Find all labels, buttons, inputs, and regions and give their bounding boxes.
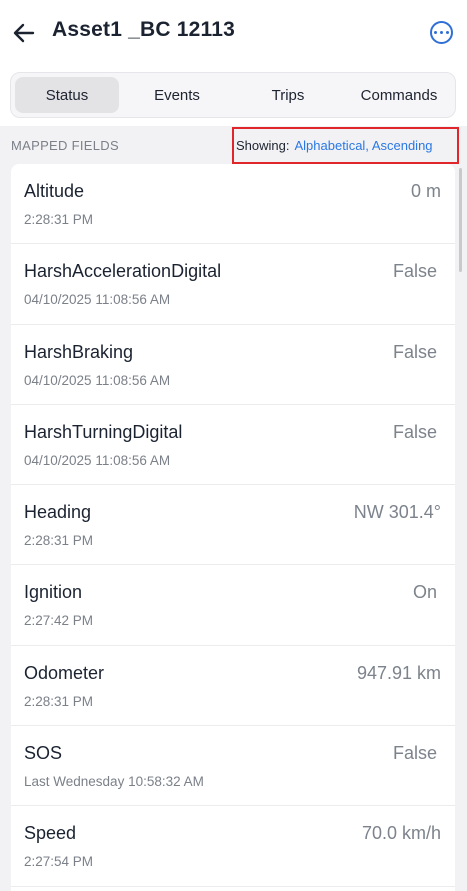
tab-bar: Status Events Trips Commands <box>10 72 456 118</box>
sort-order-link[interactable]: Alphabetical, Ascending <box>294 138 432 153</box>
field-row-altitude[interactable]: Altitude 2:28:31 PM 0 m <box>11 164 455 245</box>
tab-events[interactable]: Events <box>123 77 231 113</box>
back-button[interactable] <box>10 19 38 47</box>
field-row-speed[interactable]: Speed 2:27:54 PM 70.0 km/h <box>11 806 455 887</box>
field-row-harsh-turning-digital[interactable]: HarshTurningDigital 04/10/2025 11:08:56 … <box>11 405 455 486</box>
field-name: HarshTurningDigital <box>24 421 183 442</box>
field-value: 0 m <box>410 181 441 201</box>
mapped-fields-list: Altitude 2:28:31 PM 0 m HarshAcceleratio… <box>11 164 455 891</box>
arrow-left-icon <box>13 23 35 43</box>
field-row-harsh-acceleration-digital[interactable]: HarshAccelerationDigital 04/10/2025 11:0… <box>11 244 455 325</box>
list-scrollbar[interactable] <box>459 168 462 272</box>
field-row-harsh-braking[interactable]: HarshBraking 04/10/2025 11:08:56 AM Fals… <box>11 325 455 405</box>
field-value: On <box>412 582 437 603</box>
field-timestamp: Last Wednesday 10:58:32 AM <box>24 774 204 790</box>
field-value: NW 301.4° <box>353 502 441 523</box>
page-title: Asset1 _BC 12113 <box>52 18 235 41</box>
field-name: HarshBraking <box>24 341 134 362</box>
field-timestamp: 2:28:31 PM <box>24 533 94 549</box>
field-name: Heading <box>24 502 92 523</box>
field-value: False <box>392 743 437 764</box>
field-row-sos[interactable]: SOS Last Wednesday 10:58:32 AM False <box>11 726 455 807</box>
field-value: 70.0 km/h <box>361 823 441 844</box>
field-name: Ignition <box>24 582 83 603</box>
tab-status[interactable]: Status <box>15 77 119 113</box>
field-timestamp: 2:28:31 PM <box>24 693 94 709</box>
field-timestamp: 2:27:42 PM <box>24 613 94 629</box>
tab-trips[interactable]: Trips <box>235 77 341 113</box>
more-options-button[interactable] <box>430 21 453 44</box>
field-timestamp: 2:27:54 PM <box>24 854 94 870</box>
field-timestamp: 04/10/2025 11:08:56 AM <box>24 452 171 468</box>
field-name: SOS <box>24 743 63 764</box>
field-name: Altitude <box>24 181 85 201</box>
tab-bar-container: Status Events Trips Commands <box>0 66 467 126</box>
field-value: False <box>392 261 437 282</box>
showing-label: Showing: <box>236 138 290 153</box>
field-value: False <box>392 421 437 442</box>
field-row-odometer[interactable]: Odometer 2:28:31 PM 947.91 km <box>11 646 455 727</box>
field-name: Odometer <box>24 662 105 683</box>
field-name: Speed <box>24 823 77 844</box>
field-value: False <box>392 341 437 362</box>
field-value: 947.91 km <box>356 662 441 683</box>
section-title: MAPPED FIELDS <box>11 138 119 153</box>
field-timestamp: 04/10/2025 11:08:56 AM <box>24 372 171 388</box>
field-timestamp: 04/10/2025 11:08:56 AM <box>24 292 171 308</box>
sort-indicator: Showing: Alphabetical, Ascending <box>232 127 459 164</box>
field-row-ignition[interactable]: Ignition 2:27:42 PM On <box>11 565 455 646</box>
more-horizontal-icon <box>434 31 437 34</box>
header: Asset1 _BC 12113 <box>0 0 467 66</box>
field-name: HarshAccelerationDigital <box>24 261 222 282</box>
mapped-fields-header: MAPPED FIELDS Showing: Alphabetical, Asc… <box>0 126 467 164</box>
field-row-heading[interactable]: Heading 2:28:31 PM NW 301.4° <box>11 485 455 566</box>
app-screen: Asset1 _BC 12113 Status Events Trips Com… <box>0 0 467 891</box>
tab-commands[interactable]: Commands <box>345 77 453 113</box>
field-timestamp: 2:28:31 PM <box>24 212 94 227</box>
